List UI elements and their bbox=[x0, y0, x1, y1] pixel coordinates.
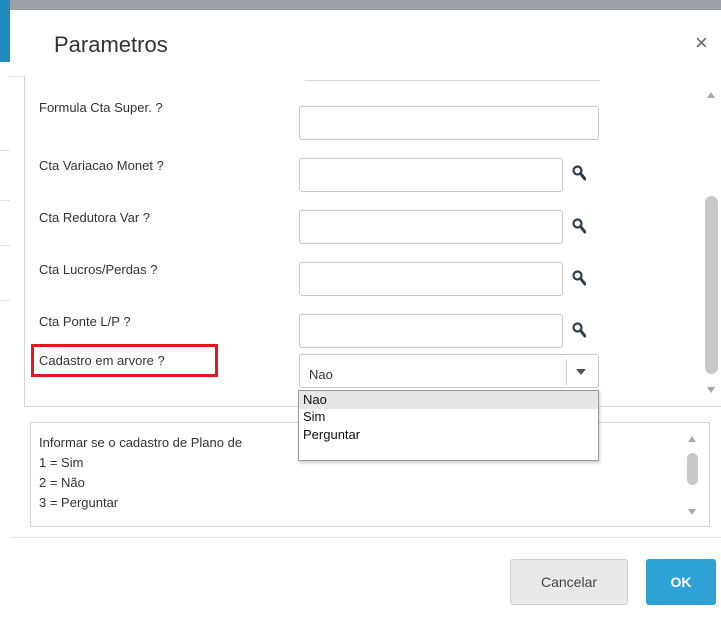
magnifier-icon[interactable] bbox=[572, 218, 586, 234]
option-nao[interactable]: Nao bbox=[299, 391, 598, 409]
cancel-button[interactable]: Cancelar bbox=[510, 559, 628, 605]
field-label-cta-lucros-perdas: Cta Lucros/Perdas ? bbox=[39, 262, 158, 277]
help-line: Informar se o cadastro de Plano de bbox=[39, 435, 243, 450]
background-row-divider bbox=[0, 200, 10, 201]
form-scrollbar[interactable] bbox=[702, 76, 721, 406]
cta-lucros-perdas-input[interactable] bbox=[299, 262, 563, 296]
scroll-down-arrow-icon[interactable] bbox=[707, 387, 715, 393]
field-label-formula-cta-super: Formula Cta Super. ? bbox=[39, 100, 163, 115]
magnifier-icon[interactable] bbox=[572, 270, 586, 286]
parameters-form: Formula Cta Super. ? Cta Variacao Monet … bbox=[24, 76, 721, 407]
background-row-divider bbox=[0, 150, 10, 151]
background-top-bar bbox=[10, 0, 721, 10]
dialog-header: Parametros × bbox=[10, 10, 721, 77]
scrollbar-thumb[interactable] bbox=[687, 453, 698, 485]
select-current-value: Nao bbox=[309, 367, 333, 382]
scroll-up-arrow-icon[interactable] bbox=[688, 436, 696, 442]
cta-ponte-lp-input[interactable] bbox=[299, 314, 563, 348]
select-divider bbox=[566, 359, 567, 385]
field-label-cta-redutora-var: Cta Redutora Var ? bbox=[39, 210, 151, 225]
help-line: 3 = Perguntar bbox=[39, 495, 119, 510]
ok-button[interactable]: OK bbox=[646, 559, 716, 605]
help-line: 1 = Sim bbox=[39, 455, 84, 470]
background-app-header bbox=[0, 0, 10, 62]
dialog-title: Parametros bbox=[54, 32, 168, 57]
chevron-down-icon[interactable] bbox=[576, 369, 586, 375]
scroll-up-arrow-icon[interactable] bbox=[707, 92, 715, 98]
cta-variacao-monet-input[interactable] bbox=[299, 158, 563, 192]
field-label-cta-variacao-monet: Cta Variacao Monet ? bbox=[39, 158, 164, 173]
help-line: 2 = Não bbox=[39, 475, 85, 490]
previous-field-edge bbox=[305, 76, 600, 81]
scroll-down-arrow-icon[interactable] bbox=[688, 509, 696, 515]
scrollbar-thumb[interactable] bbox=[705, 196, 718, 374]
background-row-divider bbox=[0, 245, 10, 246]
background-row-divider bbox=[0, 300, 10, 301]
background-app-panel bbox=[0, 0, 10, 623]
field-label-cadastro-em-arvore: Cadastro em arvore ? bbox=[39, 353, 165, 368]
footer-divider bbox=[10, 537, 721, 538]
option-perguntar[interactable]: Perguntar bbox=[299, 426, 598, 444]
cta-redutora-var-input[interactable] bbox=[299, 210, 563, 244]
parametros-dialog: Parametros × Formula Cta Super. ? Cta Va… bbox=[10, 10, 721, 623]
magnifier-icon[interactable] bbox=[572, 165, 586, 181]
option-sim[interactable]: Sim bbox=[299, 408, 598, 426]
close-icon[interactable]: × bbox=[695, 30, 708, 56]
magnifier-icon[interactable] bbox=[572, 322, 586, 338]
formula-cta-super-input[interactable] bbox=[299, 106, 599, 140]
field-label-cta-ponte-lp: Cta Ponte L/P ? bbox=[39, 314, 131, 329]
cadastro-em-arvore-options: Nao Sim Perguntar bbox=[298, 390, 599, 461]
cadastro-em-arvore-select[interactable]: Nao bbox=[299, 354, 599, 388]
